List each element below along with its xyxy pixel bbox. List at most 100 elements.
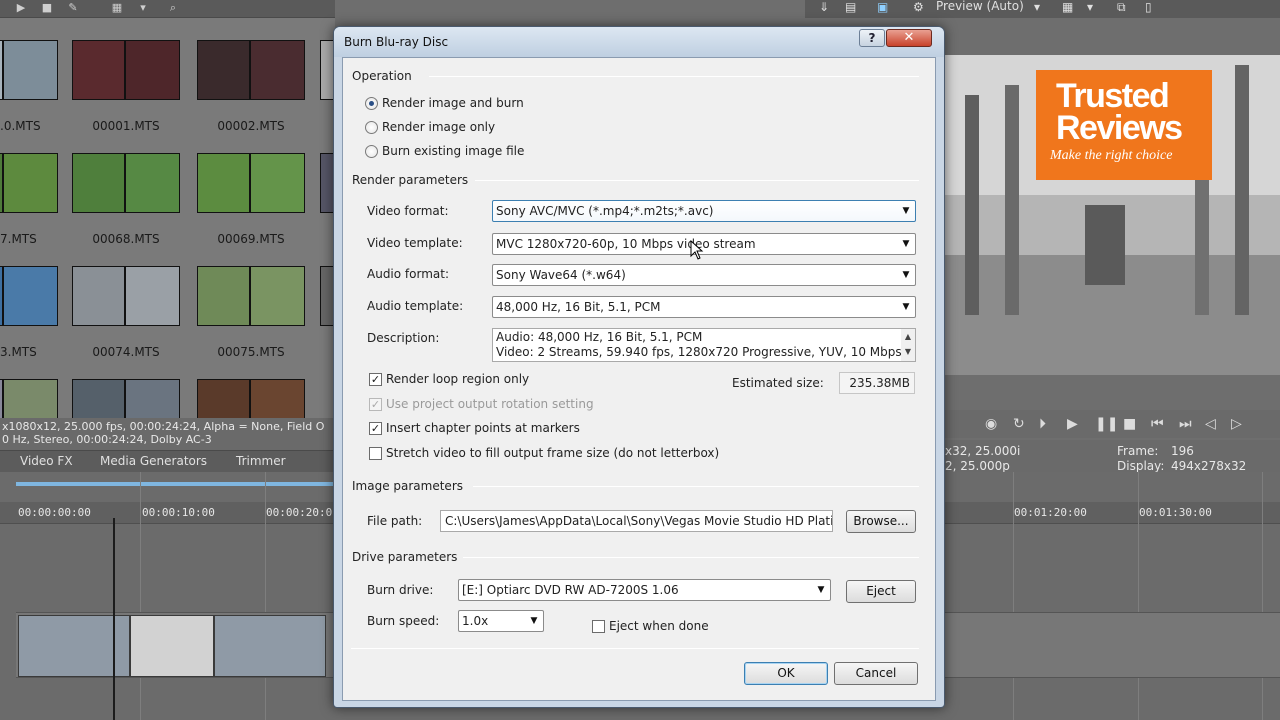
burn-drive-select[interactable]: [E:] Optiarc DVD RW AD-7200S 1.06 ▼ bbox=[458, 579, 831, 601]
view-icon[interactable]: ▦ bbox=[110, 1, 124, 15]
dialog-titlebar[interactable]: Burn Blu-ray Disc ? ✕ bbox=[334, 27, 944, 57]
play-icon[interactable]: ▶ bbox=[1067, 416, 1078, 432]
radio-label: Render image and burn bbox=[382, 96, 524, 110]
video-template-select[interactable]: MVC 1280x720-60p, 10 Mbps video stream ▼ bbox=[492, 233, 916, 255]
previous-frame-icon[interactable]: ◁ bbox=[1205, 416, 1216, 432]
chevron-down-icon[interactable]: ▼ bbox=[897, 201, 915, 221]
tab-media-generators[interactable]: Media Generators bbox=[100, 454, 207, 468]
mouse-pointer-icon bbox=[690, 240, 704, 260]
gear-icon[interactable]: ⚙ bbox=[913, 0, 924, 14]
chevron-down-icon[interactable]: ▼ bbox=[812, 580, 830, 600]
group-divider bbox=[473, 486, 919, 487]
checkbox-label: Insert chapter points at markers bbox=[386, 421, 580, 435]
video-clip-gap[interactable] bbox=[130, 615, 214, 677]
scrollbar[interactable]: ▲ ▼ bbox=[901, 329, 915, 361]
checkbox[interactable]: ✓ bbox=[369, 373, 382, 386]
checkbox-label: Eject when done bbox=[609, 619, 709, 633]
chevron-down-icon[interactable]: ▼ bbox=[897, 297, 915, 317]
description-box[interactable]: Audio: 48,000 Hz, 16 Bit, 5.1, PCM Video… bbox=[492, 328, 916, 362]
video-clip[interactable] bbox=[214, 615, 326, 677]
burn-speed-value: 1.0x bbox=[462, 614, 489, 628]
burn-speed-label: Burn speed: bbox=[367, 614, 440, 628]
chevron-down-icon[interactable]: ▾ bbox=[1087, 0, 1093, 14]
video-template-value: MVC 1280x720-60p, 10 Mbps video stream bbox=[496, 237, 756, 251]
checkbox[interactable] bbox=[369, 447, 382, 460]
loop-icon[interactable]: ↻ bbox=[1013, 416, 1025, 432]
media-thumbnail[interactable] bbox=[197, 379, 305, 418]
pause-icon[interactable]: ❚❚ bbox=[1095, 416, 1118, 432]
copy-icon[interactable]: ⧉ bbox=[1117, 0, 1126, 15]
stop-icon[interactable]: ■ bbox=[40, 1, 54, 15]
play-icon[interactable]: ▶ bbox=[14, 1, 28, 15]
burn-speed-select[interactable]: 1.0x ▼ bbox=[458, 610, 544, 632]
tab-trimmer[interactable]: Trimmer bbox=[236, 454, 286, 468]
description-line: Audio: 48,000 Hz, 16 Bit, 5.1, PCM bbox=[496, 330, 703, 344]
preview-monitor-icon[interactable]: ▣ bbox=[877, 0, 888, 14]
media-info-line: 0 Hz, Stereo, 00:00:24:24, Dolby AC-3 bbox=[2, 433, 212, 446]
media-thumbnail[interactable] bbox=[0, 379, 58, 418]
record-icon[interactable]: ◉ bbox=[985, 416, 997, 432]
playhead[interactable] bbox=[113, 518, 115, 720]
chevron-down-icon[interactable]: ▼ bbox=[525, 611, 543, 631]
media-label: 00068.MTS bbox=[92, 232, 160, 246]
group-divider bbox=[463, 557, 919, 558]
grid-line bbox=[140, 472, 141, 720]
grid-line bbox=[1262, 472, 1263, 720]
project-media-grid: .0.MTS 00001.MTS 00002.MTS 7.MTS 00068.M… bbox=[0, 18, 335, 418]
radio-button[interactable] bbox=[365, 121, 378, 134]
grid-icon[interactable]: ▦ bbox=[1062, 0, 1073, 14]
go-to-end-icon[interactable]: ⏭ bbox=[1179, 416, 1192, 432]
audio-format-select[interactable]: Sony Wave64 (*.w64) ▼ bbox=[492, 264, 916, 286]
go-to-start-icon[interactable]: ⏮ bbox=[1151, 416, 1164, 432]
timecode: 00:01:30:00 bbox=[1139, 506, 1212, 519]
file-path-input[interactable]: C:\Users\James\AppData\Local\Sony\Vegas … bbox=[440, 510, 833, 532]
preview-mode-select[interactable]: Preview (Auto) bbox=[936, 0, 1024, 13]
file-path-label: File path: bbox=[367, 514, 423, 528]
media-thumbnail[interactable] bbox=[72, 40, 180, 100]
radio-button[interactable] bbox=[365, 145, 378, 158]
chevron-down-icon[interactable]: ▾ bbox=[1034, 0, 1040, 14]
help-button[interactable]: ? bbox=[859, 29, 885, 47]
chevron-down-icon[interactable]: ▼ bbox=[897, 234, 915, 254]
properties-icon[interactable]: ▤ bbox=[845, 0, 856, 14]
down-icon[interactable]: ⇓ bbox=[819, 0, 829, 14]
media-info-line: x1080x12, 25.000 fps, 00:00:24:24, Alpha… bbox=[2, 420, 325, 433]
media-thumbnail[interactable] bbox=[0, 153, 58, 213]
checkbox[interactable] bbox=[592, 620, 605, 633]
next-frame-icon[interactable]: ▷ bbox=[1231, 416, 1242, 432]
video-template-label: Video template: bbox=[367, 236, 463, 250]
audio-template-select[interactable]: 48,000 Hz, 16 Bit, 5.1, PCM ▼ bbox=[492, 296, 916, 318]
close-button[interactable]: ✕ bbox=[886, 29, 932, 47]
operation-group-label: Operation bbox=[352, 69, 412, 83]
audio-template-value: 48,000 Hz, 16 Bit, 5.1, PCM bbox=[496, 300, 661, 314]
preview-info: x32, 25.000i 2, 25.000p Frame: 196 Displ… bbox=[945, 440, 1280, 476]
logo-tagline: Make the right choice bbox=[1050, 148, 1173, 163]
ok-button[interactable]: OK bbox=[744, 662, 828, 685]
media-thumbnail[interactable] bbox=[72, 153, 180, 213]
media-thumbnail[interactable] bbox=[0, 40, 58, 100]
media-thumbnail[interactable] bbox=[0, 266, 58, 326]
checkbox[interactable]: ✓ bbox=[369, 422, 382, 435]
browse-button[interactable]: Browse... bbox=[846, 510, 916, 533]
cancel-button[interactable]: Cancel bbox=[834, 662, 918, 685]
logo-word-reviews: Reviews bbox=[1056, 109, 1183, 147]
stop-icon[interactable]: ■ bbox=[1123, 416, 1136, 432]
search-icon[interactable]: ⌕ bbox=[166, 1, 180, 15]
tab-video-fx[interactable]: Video FX bbox=[20, 454, 73, 468]
play-from-start-icon[interactable]: ⏵ bbox=[1039, 416, 1046, 432]
eject-button[interactable]: Eject bbox=[846, 580, 916, 603]
media-thumbnail[interactable] bbox=[197, 153, 305, 213]
media-thumbnail[interactable] bbox=[72, 266, 180, 326]
video-format-select[interactable]: Sony AVC/MVC (*.mp4;*.m2ts;*.avc) ▼ bbox=[492, 200, 916, 222]
loop-region-bar[interactable] bbox=[16, 482, 336, 486]
chevron-down-icon[interactable]: ▼ bbox=[897, 265, 915, 285]
radio-button[interactable] bbox=[365, 97, 378, 110]
save-icon[interactable]: ▯ bbox=[1145, 0, 1152, 14]
tool-icon[interactable]: ✎ bbox=[66, 1, 80, 15]
checkbox-label: Render loop region only bbox=[386, 372, 530, 386]
estimated-size-value: 235.38MB bbox=[839, 372, 915, 394]
media-thumbnail[interactable] bbox=[197, 266, 305, 326]
media-thumbnail[interactable] bbox=[197, 40, 305, 100]
chevron-down-icon[interactable]: ▾ bbox=[136, 1, 150, 15]
media-thumbnail[interactable] bbox=[72, 379, 180, 418]
